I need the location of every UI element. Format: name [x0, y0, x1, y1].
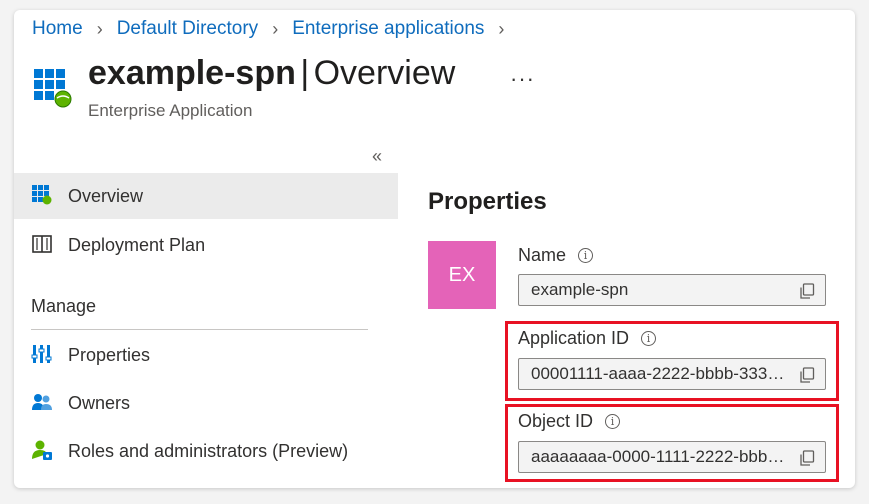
chevron-right-icon: ›: [96, 18, 103, 39]
chevron-right-icon: ›: [272, 18, 279, 39]
app-name: example-spn: [88, 54, 296, 92]
properties-bars-icon: [31, 343, 53, 365]
breadcrumb-enterprise-apps-link[interactable]: Enterprise applications: [292, 18, 484, 40]
name-label: Name: [518, 245, 567, 265]
name-field[interactable]: example-spn: [518, 274, 826, 306]
more-options-button[interactable]: ···: [510, 66, 535, 92]
name-value: example-spn: [531, 280, 629, 299]
page-subtitle: Enterprise Application: [88, 101, 253, 120]
sidebar-item-label: Properties: [68, 344, 151, 365]
collapse-sidebar-button[interactable]: «: [372, 146, 382, 167]
copy-icon[interactable]: [799, 367, 815, 383]
roles-person-icon: [31, 439, 53, 461]
chevron-right-icon: ›: [498, 18, 505, 39]
book-icon: [31, 233, 53, 255]
enterprise-app-grid-icon: [32, 67, 74, 109]
info-icon[interactable]: i: [578, 248, 594, 263]
overview-grid-icon: [31, 184, 53, 206]
owners-people-icon: [31, 391, 53, 413]
copy-icon[interactable]: [799, 450, 815, 466]
breadcrumb: Home › Default Directory › Enterprise ap…: [32, 15, 504, 43]
object-id-label-row: Object ID i: [518, 411, 621, 432]
copy-icon[interactable]: [799, 283, 815, 299]
page-title: example-spn | Overview: [88, 54, 455, 93]
sidebar-item-label: Overview: [68, 185, 144, 206]
object-id-label: Object ID: [518, 411, 594, 431]
page-section-title: Overview: [313, 54, 456, 92]
properties-heading: Properties: [428, 188, 547, 215]
breadcrumb-home-link[interactable]: Home: [32, 18, 83, 40]
application-id-value: 00001111-aaaa-2222-bbbb-3333cccc4444: [531, 364, 793, 383]
sidebar-item-label: Roles and administrators (Preview): [68, 440, 349, 461]
application-id-label: Application ID: [518, 328, 630, 348]
info-icon[interactable]: i: [605, 414, 621, 429]
info-icon[interactable]: i: [641, 331, 657, 346]
manage-heading: Manage: [31, 296, 97, 316]
sidebar-item-overview[interactable]: Overview: [14, 173, 398, 219]
manage-divider: [31, 329, 368, 330]
sidebar-item-properties[interactable]: Properties: [14, 332, 398, 378]
sidebar-item-roles-and-administrators[interactable]: Roles and administrators (Preview): [14, 428, 398, 474]
application-id-field[interactable]: 00001111-aaaa-2222-bbbb-3333cccc4444: [518, 358, 826, 390]
name-label-row: Name i: [518, 245, 594, 266]
sidebar-item-deployment-plan[interactable]: Deployment Plan: [14, 222, 398, 268]
sidebar-item-label: Deployment Plan: [68, 234, 206, 255]
sidebar-item-label: Owners: [68, 392, 131, 413]
object-id-field[interactable]: aaaaaaaa-0000-1111-2222-bbbbbbbbbbbb: [518, 441, 826, 473]
application-id-label-row: Application ID i: [518, 328, 657, 349]
breadcrumb-directory-link[interactable]: Default Directory: [117, 18, 259, 40]
title-separator: |: [300, 54, 310, 92]
sidebar-item-owners[interactable]: Owners: [14, 380, 398, 426]
page-card: Home › Default Directory › Enterprise ap…: [14, 10, 855, 488]
object-id-value: aaaaaaaa-0000-1111-2222-bbbbbbbbbbbb: [531, 447, 793, 466]
app-avatar: EX: [428, 241, 496, 309]
